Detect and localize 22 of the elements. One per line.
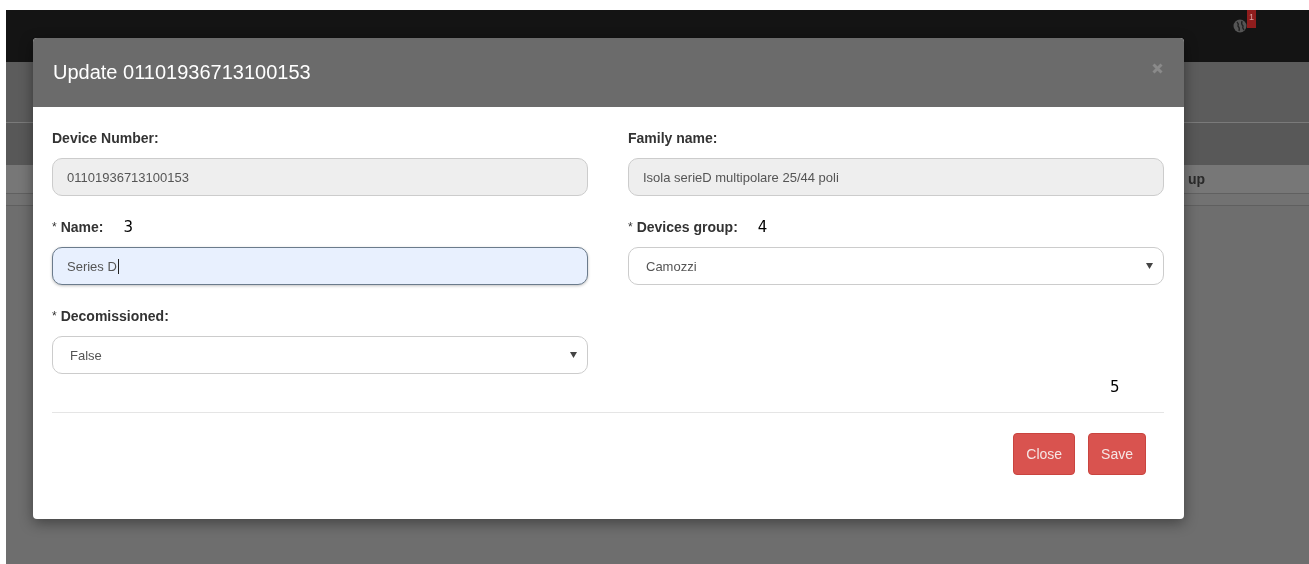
field-label: Family name: [628, 130, 718, 146]
readonly-field[interactable]: Isola serieD multipolare 25/44 poli [628, 158, 1164, 196]
required-mark: * [52, 309, 57, 323]
table-header: up [1188, 171, 1206, 187]
readonly-field[interactable]: 01101936713100153 [52, 158, 588, 196]
input-field[interactable]: Series D [52, 247, 588, 285]
globe-icon[interactable] [1233, 19, 1247, 33]
select-field[interactable]: False [52, 336, 588, 374]
required-mark: * [52, 220, 57, 234]
field-label: Devices group: [636, 219, 738, 235]
field-label: Device Number: [52, 130, 159, 146]
dropdown-icon [570, 352, 577, 358]
annotation-number: 4 [757, 218, 768, 236]
modal-title: Update 01101936713100153 [53, 61, 311, 84]
annotation-number: 3 [123, 218, 133, 236]
field-label: Decomissioned: [60, 308, 169, 324]
dropdown-icon [1146, 263, 1153, 269]
required-mark: * [628, 220, 633, 234]
select-field[interactable]: Camozzi [628, 247, 1164, 285]
notification-badge: 1 [1247, 10, 1256, 28]
field-label: Name: [60, 219, 104, 235]
close-icon[interactable] [1152, 63, 1163, 74]
